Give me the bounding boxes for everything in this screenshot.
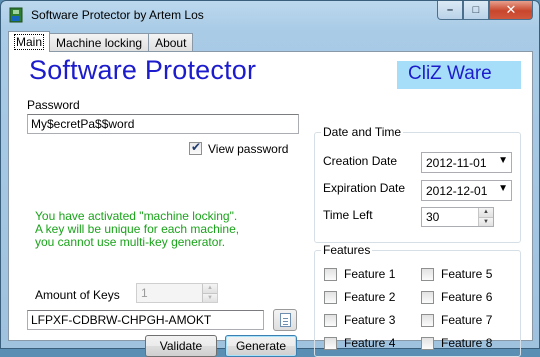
tab-about[interactable]: About <box>148 33 194 52</box>
feature-6-label: Feature 6 <box>441 290 493 304</box>
license-key-field[interactable] <box>27 310 264 330</box>
creation-date-label: Creation Date <box>323 154 398 168</box>
feature-7-checkbox[interactable] <box>421 314 434 327</box>
machine-locking-notice: You have activated "machine locking". A … <box>35 210 239 249</box>
features-group: Features Feature 1 Feature 2 Feature 3 F… <box>314 243 521 357</box>
document-icon <box>280 313 291 327</box>
tab-machine-locking[interactable]: Machine locking <box>49 33 150 52</box>
feature-1-label: Feature 1 <box>344 267 396 281</box>
title-bar[interactable]: Software Protector by Artem Los – □ ✕ <box>1 1 539 29</box>
minimize-button[interactable]: – <box>437 1 463 20</box>
close-icon: ✕ <box>505 2 517 17</box>
amount-of-keys-stepper[interactable]: 1 ▲ ▼ <box>136 283 218 303</box>
view-password-label: View password <box>208 142 289 156</box>
amount-of-keys-label: Amount of Keys <box>35 288 120 302</box>
tab-about-label: About <box>155 36 187 50</box>
app-window: Software Protector by Artem Los – □ ✕ Ma… <box>0 0 540 357</box>
feature-2-checkbox[interactable] <box>324 291 337 304</box>
close-button[interactable]: ✕ <box>489 1 533 20</box>
amount-of-keys-value: 1 <box>141 286 148 300</box>
time-left-stepper[interactable]: 30 ▲ ▼ <box>421 207 494 227</box>
expiration-date-picker[interactable]: 2012-12-01 ▼ <box>421 180 512 201</box>
maximize-button[interactable]: □ <box>463 1 489 20</box>
feature-7-label: Feature 7 <box>441 313 493 327</box>
chevron-down-icon: ▼ <box>498 183 508 194</box>
tab-main-label: Main <box>13 34 45 50</box>
feature-1-checkbox[interactable] <box>324 268 337 281</box>
creation-date-picker[interactable]: 2012-11-01 ▼ <box>421 152 512 173</box>
banner: Software Protector CliZ Ware <box>13 55 527 90</box>
view-password-checkbox[interactable] <box>189 140 202 155</box>
maximize-icon: □ <box>472 4 480 16</box>
tab-strip: Main Machine locking About <box>8 31 194 52</box>
feature-8-checkbox[interactable] <box>421 337 434 350</box>
date-time-group-title: Date and Time <box>321 125 404 139</box>
stepper-down-icon[interactable]: ▼ <box>202 292 217 302</box>
time-left-value: 30 <box>426 210 440 224</box>
window-title: Software Protector by Artem Los <box>31 8 204 22</box>
feature-4-label: Feature 4 <box>344 336 396 350</box>
feature-6-checkbox[interactable] <box>421 291 434 304</box>
stepper-down-icon[interactable]: ▼ <box>478 216 493 226</box>
creation-date-value: 2012-11-01 <box>426 156 487 170</box>
app-icon <box>9 7 23 23</box>
validate-button[interactable]: Validate <box>145 335 217 357</box>
expiration-date-label: Expiration Date <box>323 181 406 195</box>
chevron-down-icon: ▼ <box>498 155 508 166</box>
notice-line-3: you cannot use multi-key generator. <box>35 235 226 249</box>
features-group-title: Features <box>321 243 373 257</box>
minimize-icon: – <box>446 4 454 16</box>
stepper-up-icon[interactable]: ▲ <box>478 208 493 217</box>
password-input[interactable] <box>27 114 299 134</box>
feature-3-label: Feature 3 <box>344 313 396 327</box>
expiration-date-value: 2012-12-01 <box>426 184 488 198</box>
feature-4-checkbox[interactable] <box>324 337 337 350</box>
brand-logo: CliZ Ware <box>397 61 521 89</box>
brand-title: Software Protector <box>29 55 257 85</box>
generate-button[interactable]: Generate <box>225 335 297 357</box>
date-time-group: Date and Time Creation Date 2012-11-01 ▼… <box>314 125 521 243</box>
client-area: Main Machine locking About Software Prot… <box>8 31 533 357</box>
tab-machine-locking-label: Machine locking <box>56 36 143 50</box>
password-label: Password <box>27 98 80 112</box>
feature-8-label: Feature 8 <box>441 336 493 350</box>
feature-3-checkbox[interactable] <box>324 314 337 327</box>
feature-5-checkbox[interactable] <box>421 268 434 281</box>
time-left-label: Time Left <box>323 208 373 222</box>
main-panel: Software Protector CliZ Ware Password Vi… <box>8 51 533 357</box>
tab-main[interactable]: Main <box>8 31 51 52</box>
feature-2-label: Feature 2 <box>344 290 396 304</box>
feature-5-label: Feature 5 <box>441 267 493 281</box>
copy-key-button[interactable] <box>273 309 297 331</box>
stepper-up-icon[interactable]: ▲ <box>202 284 217 293</box>
